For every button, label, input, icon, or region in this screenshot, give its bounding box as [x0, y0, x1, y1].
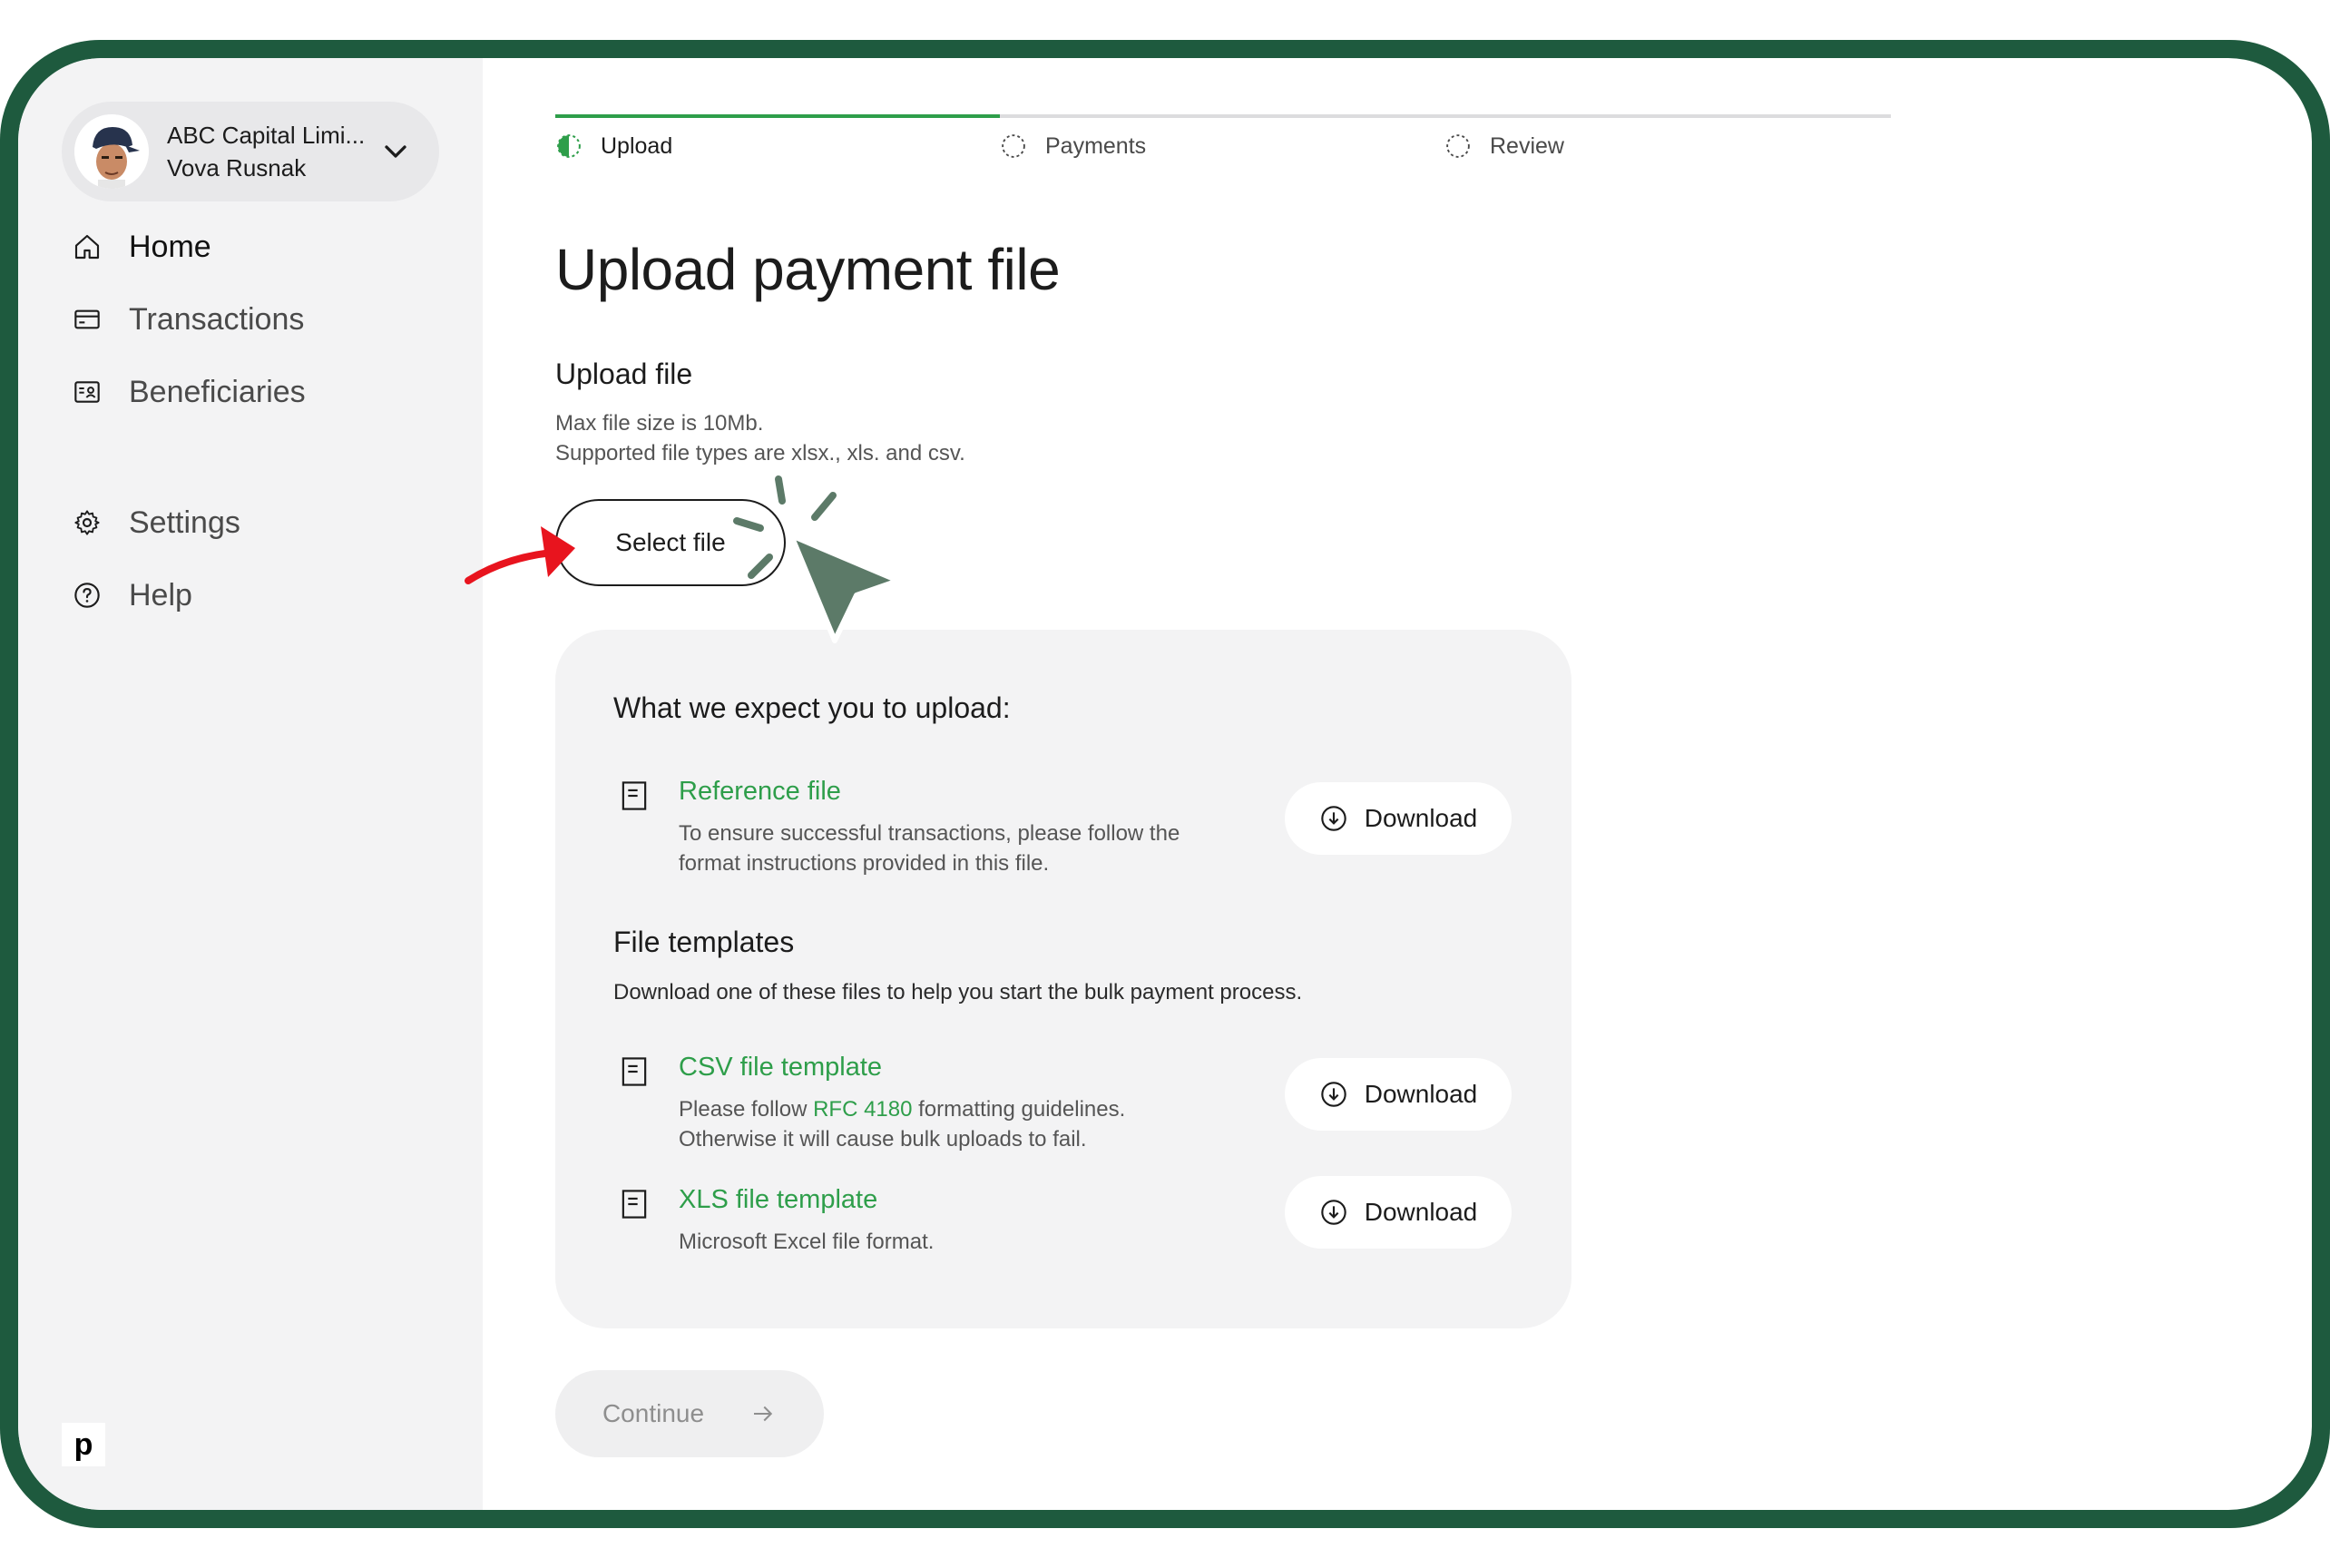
step-progress-bar — [555, 114, 1891, 118]
app-window: ABC Capital Limi... Vova Rusnak Home Tra… — [18, 58, 2312, 1510]
file-templates-title: File templates — [613, 926, 795, 958]
half-circle-progress-icon — [557, 134, 581, 158]
desc-line: format instructions provided in this fil… — [679, 851, 1050, 876]
max-size-hint: Max file size is 10Mb. — [555, 411, 764, 436]
sidebar-item-label: Help — [129, 577, 192, 612]
dashed-circle-icon — [1002, 134, 1025, 158]
csv-template-row: CSV file template Please follow RFC 4180… — [613, 1053, 1512, 1152]
sidebar-item-transactions[interactable]: Transactions — [73, 299, 304, 339]
xls-template-link[interactable]: XLS file template — [679, 1185, 877, 1215]
reference-download-button[interactable]: Download — [1285, 782, 1512, 855]
rfc-4180-link[interactable]: RFC 4180 — [813, 1097, 912, 1122]
download-label: Download — [1364, 1080, 1478, 1108]
step-upload: Upload — [555, 132, 672, 160]
download-circle-icon — [1321, 1200, 1346, 1225]
continue-button[interactable]: Continue — [555, 1370, 824, 1457]
step-label: Review — [1490, 132, 1564, 159]
sidebar-item-beneficiaries[interactable]: Beneficiaries — [73, 372, 306, 412]
reference-file-link[interactable]: Reference file — [679, 777, 841, 807]
download-circle-icon — [1321, 806, 1346, 831]
sidebar-item-label: Transactions — [129, 301, 305, 337]
document-icon — [622, 1190, 647, 1219]
sidebar-item-label: Home — [129, 229, 211, 264]
download-label: Download — [1364, 1198, 1478, 1226]
csv-template-desc: Please follow RFC 4180 formatting guidel… — [679, 1094, 1125, 1154]
sidebar-item-help[interactable]: Help — [73, 575, 192, 615]
sidebar-item-home[interactable]: Home — [73, 227, 211, 267]
file-templates-desc: Download one of these files to help you … — [613, 980, 1303, 1004]
csv-template-link[interactable]: CSV file template — [679, 1053, 882, 1083]
company-name: ABC Capital Limi... — [167, 122, 366, 149]
contact-card-icon — [74, 381, 100, 403]
xls-download-button[interactable]: Download — [1285, 1176, 1512, 1249]
user-name: Vova Rusnak — [167, 154, 307, 181]
account-switcher[interactable]: ABC Capital Limi... Vova Rusnak — [62, 102, 439, 201]
brand-logo: p — [62, 1423, 105, 1466]
xls-template-desc: Microsoft Excel file format. — [679, 1227, 934, 1257]
sidebar-item-label: Settings — [129, 505, 240, 540]
upload-hint: Max file size is 10Mb. Supported file ty… — [555, 408, 965, 468]
gear-icon — [74, 510, 100, 535]
upload-section-title: Upload file — [555, 358, 693, 390]
download-circle-icon — [1321, 1082, 1346, 1107]
reference-file-desc: To ensure successful transactions, pleas… — [679, 818, 1180, 878]
select-file-button[interactable]: Select file — [555, 499, 786, 586]
help-circle-icon — [74, 583, 100, 608]
card-icon — [74, 309, 100, 329]
step-progress-fill — [555, 114, 1000, 118]
file-types-hint: Supported file types are xlsx., xls. and… — [555, 441, 965, 466]
avatar — [74, 114, 149, 189]
step-review: Review — [1444, 132, 1564, 160]
sidebar-item-label: Beneficiaries — [129, 374, 306, 409]
desc-line: To ensure successful transactions, pleas… — [679, 821, 1180, 846]
document-icon — [622, 781, 647, 810]
reference-file-row: Reference file To ensure successful tran… — [613, 777, 1512, 877]
desc-line: Otherwise it will cause bulk uploads to … — [679, 1127, 1087, 1152]
step-label: Payments — [1045, 132, 1147, 159]
arrow-right-icon — [754, 1406, 773, 1422]
home-icon — [74, 234, 100, 260]
step-label: Upload — [601, 132, 673, 159]
card-title: What we expect you to upload: — [613, 691, 1011, 724]
chevron-down-icon[interactable] — [377, 133, 414, 170]
step-payments: Payments — [1000, 132, 1146, 160]
desc-line: Please follow RFC 4180 formatting guidel… — [679, 1094, 1125, 1124]
document-icon — [622, 1057, 647, 1086]
desc-text: formatting guidelines. — [912, 1097, 1126, 1122]
download-label: Download — [1364, 804, 1478, 832]
csv-download-button[interactable]: Download — [1285, 1058, 1512, 1131]
desc-line: Microsoft Excel file format. — [679, 1230, 935, 1254]
sidebar: ABC Capital Limi... Vova Rusnak Home Tra… — [18, 58, 483, 1510]
desc-text: Please follow — [679, 1097, 814, 1122]
sidebar-item-settings[interactable]: Settings — [73, 503, 240, 543]
dashed-circle-icon — [1446, 134, 1470, 158]
continue-label: Continue — [602, 1399, 705, 1427]
upload-expectations-card: What we expect you to upload: Reference … — [555, 630, 1571, 1328]
page-title: Upload payment file — [555, 237, 1061, 302]
xls-template-row: XLS file template Microsoft Excel file f… — [613, 1176, 1512, 1267]
main-content: Upload Payments Review Upload payment fi… — [483, 58, 2312, 1510]
